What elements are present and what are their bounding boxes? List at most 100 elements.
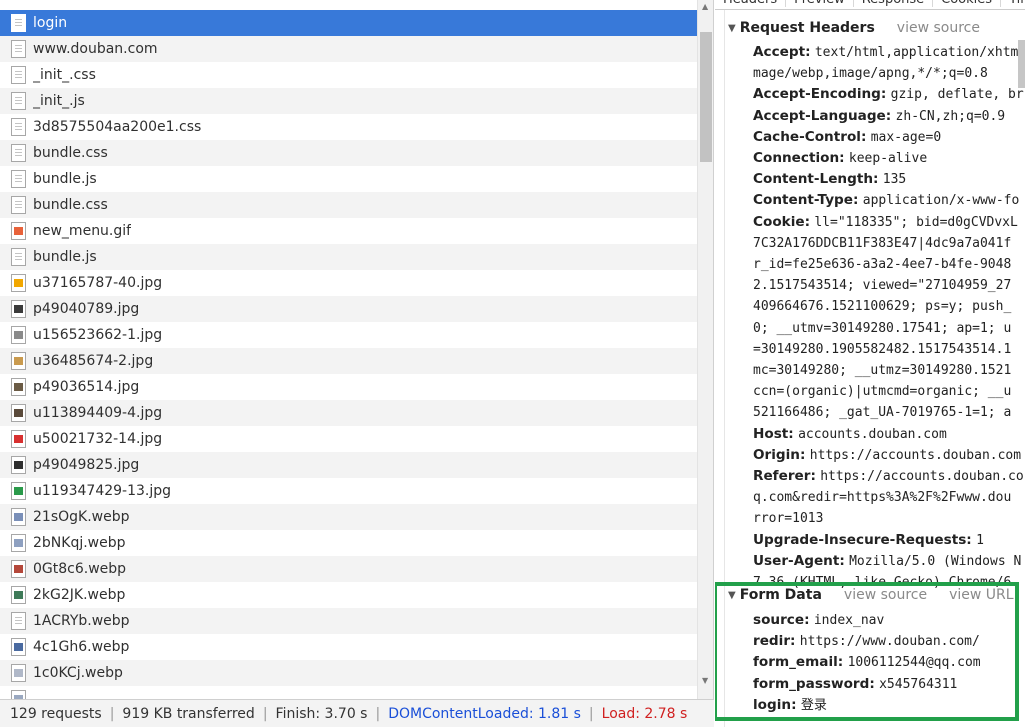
tab-response[interactable]: Response — [854, 0, 934, 7]
header-value: https://www.douban.com/ — [799, 634, 980, 650]
image-file-icon — [11, 664, 26, 682]
header-value: 0; __utmv=30149280.17541; ap=1; u — [753, 320, 1012, 336]
request-row[interactable]: p49040789.jpg — [0, 296, 697, 322]
collapse-triangle-icon[interactable]: ▼ — [728, 590, 736, 601]
request-headers-view-source-link[interactable]: view source — [897, 20, 980, 36]
transferred-size: 919 KB transferred — [122, 705, 255, 722]
request-row[interactable]: _init_.js — [0, 88, 697, 114]
request-name: 3d8575504aa200e1.css — [33, 119, 202, 135]
header-value: q.com&redir=https%3A%2F%2Fwww.dou — [753, 490, 1012, 506]
header-line: 521166486; _gat_UA-7019765-1=1; a — [753, 402, 1025, 423]
request-row[interactable]: u119347429-13.jpg — [0, 478, 697, 504]
header-line: rror=1013 — [753, 508, 1025, 529]
request-name: u156523662-1.jpg — [33, 327, 163, 343]
request-row[interactable]: 1ACRYb.webp — [0, 608, 697, 634]
image-file-icon — [11, 456, 26, 474]
request-name: u119347429-13.jpg — [33, 483, 172, 499]
image-file-icon — [11, 430, 26, 448]
request-headers-section-header[interactable]: ▼ Request Headers view source — [728, 20, 980, 36]
request-name: p49036514.jpg — [33, 379, 140, 395]
request-name: p49040789.jpg — [33, 301, 140, 317]
request-row[interactable]: u50021732-14.jpg — [0, 426, 697, 452]
collapse-triangle-icon[interactable]: ▼ — [728, 23, 736, 34]
header-line: 0; __utmv=30149280.17541; ap=1; u — [753, 318, 1025, 339]
header-key: redir: — [753, 633, 796, 650]
request-row[interactable]: p49036514.jpg — [0, 374, 697, 400]
request-row[interactable]: new_menu.gif — [0, 218, 697, 244]
request-row[interactable]: bundle.js — [0, 166, 697, 192]
tab-preview[interactable]: Preview — [786, 0, 854, 7]
form-data-section-header[interactable]: ▼ Form Data view source view URL — [728, 587, 1014, 603]
tab-timing[interactable]: Timing — [1001, 0, 1025, 7]
header-key: Cookie: — [753, 213, 811, 230]
request-row[interactable]: u113894409-4.jpg — [0, 400, 697, 426]
header-value: application/x-www-fo — [862, 193, 1020, 209]
header-value: x545764311 — [879, 676, 958, 692]
image-file-icon — [11, 690, 26, 699]
tab-cookies[interactable]: Cookies — [933, 0, 1002, 7]
request-row[interactable]: u36485674-2.jpg — [0, 348, 697, 374]
request-list-scrollbar[interactable]: ▲ ▼ — [697, 0, 713, 699]
header-value: https://accounts.douban.com — [809, 447, 1022, 463]
header-line: 2.1517543514; viewed="27104959_27 — [753, 275, 1025, 296]
header-line: r_id=fe25e636-a3a2-4ee7-b4fe-9048 — [753, 254, 1025, 275]
image-file-icon — [11, 534, 26, 552]
header-line: redir: https://www.douban.com/ — [753, 631, 1023, 652]
header-line: Cache-Control: max-age=0 — [753, 127, 1025, 148]
request-name: 4c1Gh6.webp — [33, 639, 130, 655]
form-data-view-url-link[interactable]: view URL — [949, 587, 1013, 603]
request-row[interactable]: bundle.css — [0, 192, 697, 218]
request-name: bundle.js — [33, 171, 97, 187]
header-key: Upgrade-Insecure-Requests: — [753, 531, 972, 548]
header-value: 521166486; _gat_UA-7019765-1=1; a — [753, 405, 1012, 421]
image-file-icon — [11, 508, 26, 526]
scroll-down-icon[interactable]: ▼ — [702, 676, 708, 685]
request-row[interactable]: u37165787-40.jpg — [0, 270, 697, 296]
image-file-icon — [11, 222, 26, 240]
request-row[interactable]: www.douban.com — [0, 36, 697, 62]
header-value: 135 — [882, 172, 907, 188]
request-headers-list: Accept: text/html,application/xhtm mage/w… — [753, 42, 1025, 593]
request-row[interactable]: 3d8575504aa200e1.css — [0, 114, 697, 140]
request-row[interactable]: 0Gt8c6.webp — [0, 556, 697, 582]
request-row[interactable]: bundle.css — [0, 140, 697, 166]
header-value: 登录 — [800, 697, 827, 713]
header-value: index_nav — [813, 613, 885, 628]
scroll-thumb[interactable] — [700, 32, 712, 162]
header-line: Accept: text/html,application/xhtm — [753, 42, 1025, 63]
request-row[interactable]: 21sOgK.webp — [0, 504, 697, 530]
request-row[interactable]: u156523662-1.jpg — [0, 322, 697, 348]
request-name: u113894409-4.jpg — [33, 405, 163, 421]
request-row[interactable]: p49049825.jpg — [0, 452, 697, 478]
image-file-icon — [11, 300, 26, 318]
header-line: Connection: keep-alive — [753, 148, 1025, 169]
header-line: mage/webp,image/apng,*/*;q=0.8 — [753, 63, 1025, 84]
header-key: Cache-Control: — [753, 128, 867, 145]
request-row[interactable]: _init_.css — [0, 62, 697, 88]
header-line: form_email: 1006112544@qq.com — [753, 652, 1023, 673]
request-row[interactable]: 2kG2JK.webp — [0, 582, 697, 608]
request-name: _init_.js — [33, 93, 85, 109]
request-row[interactable]: 4c1Gh6.webp — [0, 634, 697, 660]
header-value: text/html,application/xhtm — [814, 45, 1019, 60]
request-row[interactable] — [0, 686, 697, 699]
request-row[interactable]: login — [0, 10, 697, 36]
document-file-icon — [11, 612, 26, 630]
tab-headers[interactable]: Headers — [715, 0, 787, 7]
request-name: u36485674-2.jpg — [33, 353, 154, 369]
request-row[interactable]: 2bNKqj.webp — [0, 530, 697, 556]
header-value: 409664676.1521100629; ps=y; push_ — [753, 299, 1012, 315]
request-name: u50021732-14.jpg — [33, 431, 163, 447]
header-line: Cookie: ll="118335"; bid=d0gCVDvxL — [753, 212, 1025, 233]
request-row[interactable]: 1c0KCj.webp — [0, 660, 697, 686]
request-row[interactable]: bundle.js — [0, 244, 697, 270]
request-name: 2kG2JK.webp — [33, 587, 126, 603]
header-key: Origin: — [753, 446, 806, 463]
header-value: Mozilla/5.0 (Windows N — [849, 553, 1022, 569]
form-data-view-source-link[interactable]: view source — [844, 587, 927, 603]
request-list: login www.douban.com _init_.css _init_.js 3d… — [0, 10, 697, 699]
header-line: ccn=(organic)|utmcmd=organic; __u — [753, 381, 1025, 402]
image-file-icon — [11, 482, 26, 500]
scroll-up-icon[interactable]: ▲ — [702, 2, 708, 11]
dom-content-loaded-time: DOMContentLoaded: 1.81 s — [388, 705, 581, 722]
